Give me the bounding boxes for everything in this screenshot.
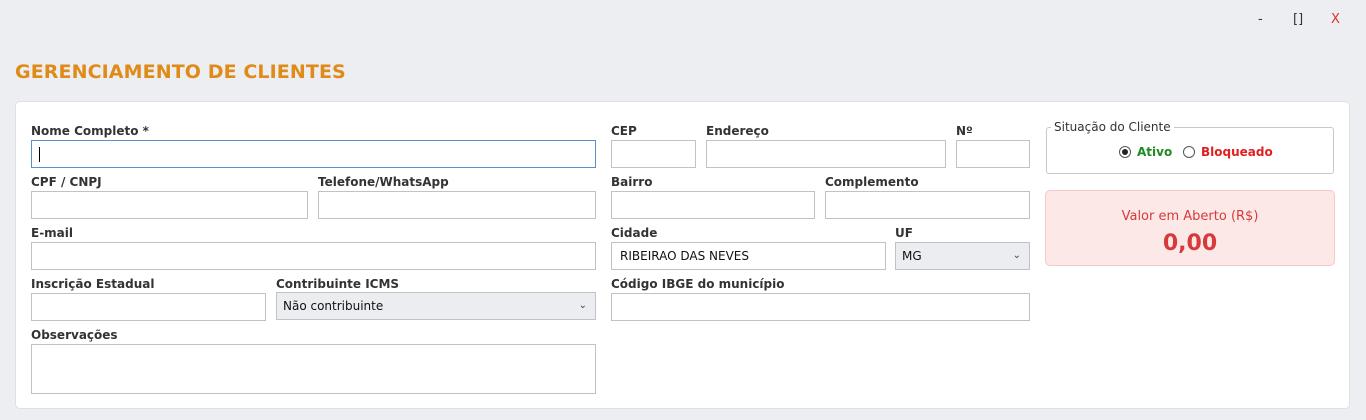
bairro-label: Bairro xyxy=(611,175,653,189)
chevron-down-icon: ⌄ xyxy=(578,300,587,311)
observacoes-textarea[interactable] xyxy=(31,344,596,394)
telefone-label: Telefone/WhatsApp xyxy=(318,175,449,189)
cidade-label: Cidade xyxy=(611,226,658,240)
numero-label: Nº xyxy=(956,124,973,138)
numero-input[interactable] xyxy=(956,140,1030,168)
nome-label: Nome Completo * xyxy=(31,124,149,138)
icms-select[interactable]: Não contribuinte ⌄ xyxy=(276,292,596,320)
cep-input[interactable] xyxy=(611,140,696,168)
cep-label: CEP xyxy=(611,124,637,138)
bairro-input[interactable] xyxy=(611,191,815,219)
endereco-label: Endereço xyxy=(706,124,769,138)
cidade-input[interactable]: RIBEIRAO DAS NEVES xyxy=(611,242,886,270)
ibge-label: Código IBGE do município xyxy=(611,277,785,291)
cpf-input[interactable] xyxy=(31,191,308,219)
ativo-radio-label[interactable]: Ativo xyxy=(1137,145,1172,159)
page-title: GERENCIAMENTO DE CLIENTES xyxy=(15,61,346,83)
uf-label: UF xyxy=(895,226,913,240)
complemento-label: Complemento xyxy=(825,175,919,189)
cpf-label: CPF / CNPJ xyxy=(31,175,102,189)
uf-select[interactable]: MG ⌄ xyxy=(895,242,1030,270)
uf-selected-value: MG xyxy=(902,249,922,263)
bloqueado-radio-label[interactable]: Bloqueado xyxy=(1201,145,1273,159)
complemento-input[interactable] xyxy=(825,191,1030,219)
open-balance-card: Valor em Aberto (R$) 0,00 xyxy=(1045,190,1335,266)
ie-label: Inscrição Estadual xyxy=(31,277,155,291)
observacoes-label: Observações xyxy=(31,328,118,342)
endereco-input[interactable] xyxy=(706,140,946,168)
open-balance-value: 0,00 xyxy=(1162,231,1218,256)
nome-input[interactable] xyxy=(31,140,596,168)
ativo-radio[interactable] xyxy=(1119,146,1131,158)
telefone-input[interactable] xyxy=(318,191,596,219)
ibge-input[interactable] xyxy=(611,293,1030,321)
status-group-title: Situação do Cliente xyxy=(1051,120,1174,134)
open-balance-label: Valor em Aberto (R$) xyxy=(1121,209,1259,224)
chevron-down-icon: ⌄ xyxy=(1012,250,1021,261)
maximize-button[interactable]: [] xyxy=(1293,12,1303,27)
text-caret xyxy=(39,147,40,162)
bloqueado-radio[interactable] xyxy=(1183,146,1195,158)
icms-label: Contribuinte ICMS xyxy=(276,277,400,291)
email-label: E-mail xyxy=(31,226,74,240)
ie-input[interactable] xyxy=(31,293,266,321)
icms-selected-value: Não contribuinte xyxy=(283,299,384,313)
close-button[interactable]: X xyxy=(1331,12,1340,27)
email-input[interactable] xyxy=(31,242,596,270)
minimize-button[interactable]: - xyxy=(1258,12,1263,27)
